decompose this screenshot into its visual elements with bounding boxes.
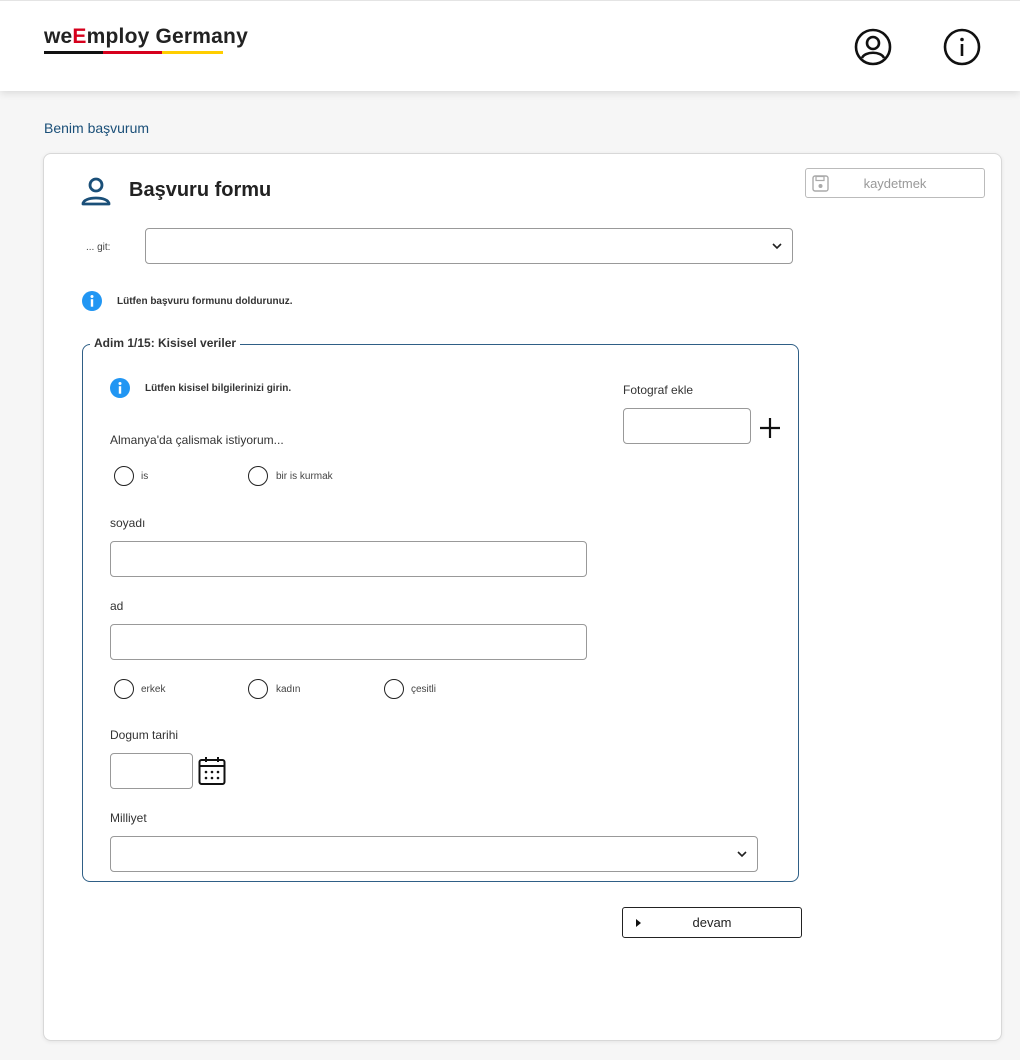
goto-label: ... git:	[86, 242, 111, 253]
birthdate-label: Dogum tarihi	[110, 728, 179, 742]
radio-gender-female[interactable]	[248, 679, 268, 699]
step-legend: Adim 1/15: Kisisel veriler	[90, 336, 241, 350]
goto-step-select[interactable]	[145, 228, 793, 264]
radio-gender-diverse-label: çesitli	[411, 684, 437, 695]
logo-text-prefix: we	[44, 25, 73, 48]
form-notice: Lütfen başvuru formunu doldurunuz.	[117, 296, 293, 307]
chevron-down-icon	[772, 243, 782, 250]
name-field[interactable]	[110, 624, 587, 660]
save-button-label: kaydetmek	[863, 175, 927, 191]
person-icon	[81, 177, 111, 206]
top-header: weEmploy Germany	[0, 0, 1020, 91]
logo-text-rest: mploy Germany	[86, 25, 248, 48]
purpose-label: Almanya'da çalismak istiyorum...	[110, 433, 284, 447]
surname-field[interactable]	[110, 541, 587, 577]
nationality-select[interactable]	[110, 836, 758, 872]
info-circle-icon	[82, 291, 102, 311]
next-button[interactable]: devam	[622, 907, 802, 938]
radio-purpose-job[interactable]	[114, 466, 134, 486]
plus-icon[interactable]	[758, 416, 782, 440]
surname-label: soyadı	[110, 516, 146, 530]
logo-flag-underline	[44, 51, 223, 54]
radio-gender-female-label: kadın	[276, 684, 301, 695]
radio-gender-diverse[interactable]	[384, 679, 404, 699]
step-notice: Lütfen kisisel bilgilerinizi girin.	[145, 383, 292, 394]
chevron-down-icon	[737, 851, 747, 858]
radio-purpose-business[interactable]	[248, 466, 268, 486]
info-circle-icon	[110, 378, 130, 398]
radio-gender-male-label: erkek	[141, 684, 166, 695]
floppy-disk-icon	[812, 175, 829, 192]
next-button-label: devam	[692, 915, 732, 930]
info-icon[interactable]	[943, 28, 981, 66]
nationality-label: Milliyet	[110, 811, 147, 825]
name-label: ad	[110, 599, 124, 613]
breadcrumb-my-application[interactable]: Benim başvurum	[44, 120, 149, 136]
user-account-icon[interactable]	[854, 28, 892, 66]
photo-upload-field[interactable]	[623, 408, 751, 444]
birthdate-field[interactable]	[110, 753, 193, 789]
weemploy-logo[interactable]: weEmploy Germany	[44, 25, 248, 49]
page-title: Başvuru formu	[129, 179, 272, 201]
play-arrow-icon	[636, 919, 641, 927]
radio-purpose-job-label: is	[141, 471, 149, 482]
radio-gender-male[interactable]	[114, 679, 134, 699]
photo-label: Fotograf ekle	[623, 383, 694, 397]
logo-text-e: E	[72, 25, 87, 48]
radio-purpose-business-label: bir is kurmak	[276, 471, 333, 482]
save-button[interactable]: kaydetmek	[805, 168, 985, 198]
calendar-icon[interactable]	[198, 756, 226, 786]
